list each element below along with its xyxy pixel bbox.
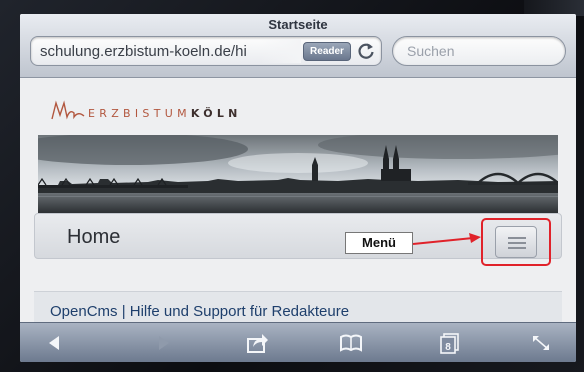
browser-top-bar: Startseite schulung.erzbistum-koeln.de/h…: [20, 14, 576, 78]
page-title: Startseite: [268, 17, 328, 32]
back-icon[interactable]: [42, 331, 68, 355]
fullscreen-icon[interactable]: [528, 331, 554, 355]
url-fade: [261, 39, 301, 63]
search-input[interactable]: Suchen: [392, 36, 566, 66]
hamburger-menu-button[interactable]: [495, 226, 537, 258]
cologne-skyline-banner: [38, 135, 558, 213]
tabs-icon[interactable]: 8: [436, 331, 462, 355]
nav-title-home[interactable]: Home: [67, 226, 120, 249]
hamburger-bar: [508, 247, 526, 249]
hamburger-bar: [508, 242, 526, 244]
browser-toolbar: 8: [20, 322, 576, 362]
forward-icon[interactable]: [150, 331, 176, 355]
tablet-bezel: Startseite schulung.erzbistum-koeln.de/h…: [0, 0, 584, 372]
address-bar[interactable]: schulung.erzbistum-koeln.de/hi Reader: [30, 36, 382, 66]
logo-text-light: ERZBISTUM: [88, 107, 191, 120]
callout-arrow-icon: [412, 233, 481, 245]
site-logo[interactable]: ERZBISTUMKÖLN: [50, 97, 310, 127]
site-subtitle[interactable]: OpenCms | Hilfe und Support für Redakteu…: [50, 303, 349, 320]
browser-screen: Startseite schulung.erzbistum-koeln.de/h…: [20, 14, 576, 362]
reload-icon[interactable]: [356, 41, 376, 61]
share-icon[interactable]: [244, 331, 270, 355]
web-page: ERZBISTUMKÖLN Home Menü OpenCms | Hilfe …: [20, 79, 576, 331]
address-bar-url: schulung.erzbistum-koeln.de/hi: [40, 43, 247, 60]
nav-bar: Home Menü: [34, 213, 562, 266]
menu-callout-label: Menü: [345, 232, 413, 254]
bookmarks-icon[interactable]: [338, 331, 364, 355]
hamburger-menu-icon: [508, 237, 526, 239]
tab-count: 8: [445, 342, 451, 353]
logo-signature: [51, 100, 85, 120]
logo-text-bold: KÖLN: [190, 107, 242, 120]
logo-wordmark: ERZBISTUMKÖLN: [88, 107, 242, 120]
reader-button[interactable]: Reader: [303, 42, 351, 61]
